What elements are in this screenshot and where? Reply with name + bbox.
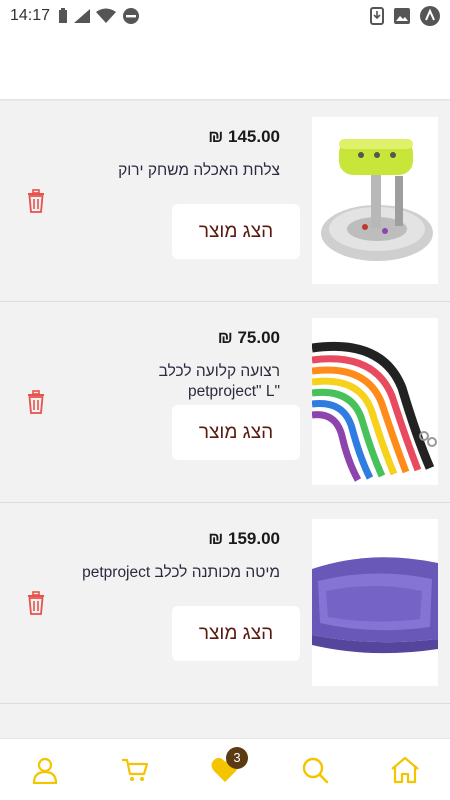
status-bar: 14:17 bbox=[0, 0, 450, 32]
list-item: ₪ 145.00 צלחת האכלה משחק ירוק הצג מוצר bbox=[0, 101, 450, 302]
product-price: ₪ 159.00 bbox=[208, 529, 280, 548]
home-icon bbox=[391, 756, 419, 783]
signal-icon bbox=[74, 9, 91, 23]
product-image[interactable] bbox=[312, 117, 438, 284]
product-price: ₪ 75.00 bbox=[217, 328, 280, 347]
green-feeder-toy-image bbox=[321, 138, 433, 261]
view-product-button[interactable]: הצג מוצר bbox=[172, 204, 300, 259]
bottom-nav: 3 bbox=[0, 738, 450, 800]
status-right-icons bbox=[370, 6, 440, 26]
cart-icon bbox=[122, 758, 149, 781]
view-product-button[interactable]: הצג מוצר bbox=[172, 606, 300, 661]
favorites-count-badge: 3 bbox=[226, 746, 248, 769]
braided-leash-image bbox=[312, 341, 437, 482]
download-icon bbox=[370, 7, 384, 25]
image-icon bbox=[394, 8, 410, 24]
list-item: ₪ 159.00 מיטה מכותנה לכלב petproject הצג… bbox=[0, 503, 450, 704]
favorites-list: ₪ 145.00 צלחת האכלה משחק ירוק הצג מוצר ₪… bbox=[0, 101, 450, 704]
user-icon bbox=[32, 757, 58, 784]
nav-profile[interactable] bbox=[20, 745, 70, 795]
view-product-button[interactable]: הצג מוצר bbox=[172, 405, 300, 460]
product-price: ₪ 145.00 bbox=[208, 127, 280, 146]
trash-icon[interactable] bbox=[26, 591, 46, 615]
nav-search[interactable] bbox=[290, 745, 340, 795]
list-item: ₪ 75.00 רצועה קלועה לכלב "petproject" L … bbox=[0, 302, 450, 503]
product-image[interactable] bbox=[312, 318, 438, 485]
product-name: צלחת האכלה משחק ירוק bbox=[118, 162, 280, 179]
trash-icon[interactable] bbox=[26, 390, 46, 414]
nav-cart[interactable] bbox=[110, 745, 160, 795]
nav-home[interactable] bbox=[380, 745, 430, 795]
nav-favorites[interactable]: 3 bbox=[200, 745, 250, 795]
product-image[interactable] bbox=[312, 519, 438, 686]
product-name: מיטה מכותנה לכלב petproject bbox=[82, 564, 280, 581]
trash-icon[interactable] bbox=[26, 189, 46, 213]
status-left-icons bbox=[58, 7, 140, 25]
product-name: רצועה קלועה לכלב "petproject" L bbox=[158, 363, 280, 400]
dnd-icon bbox=[123, 8, 140, 24]
search-icon bbox=[302, 757, 329, 783]
app-icon bbox=[420, 6, 440, 26]
sim-icon bbox=[59, 8, 68, 23]
wifi-icon bbox=[96, 8, 117, 23]
purple-dog-bed-image bbox=[312, 557, 438, 654]
status-time: 14:17 bbox=[10, 7, 51, 24]
app-header bbox=[0, 32, 450, 100]
